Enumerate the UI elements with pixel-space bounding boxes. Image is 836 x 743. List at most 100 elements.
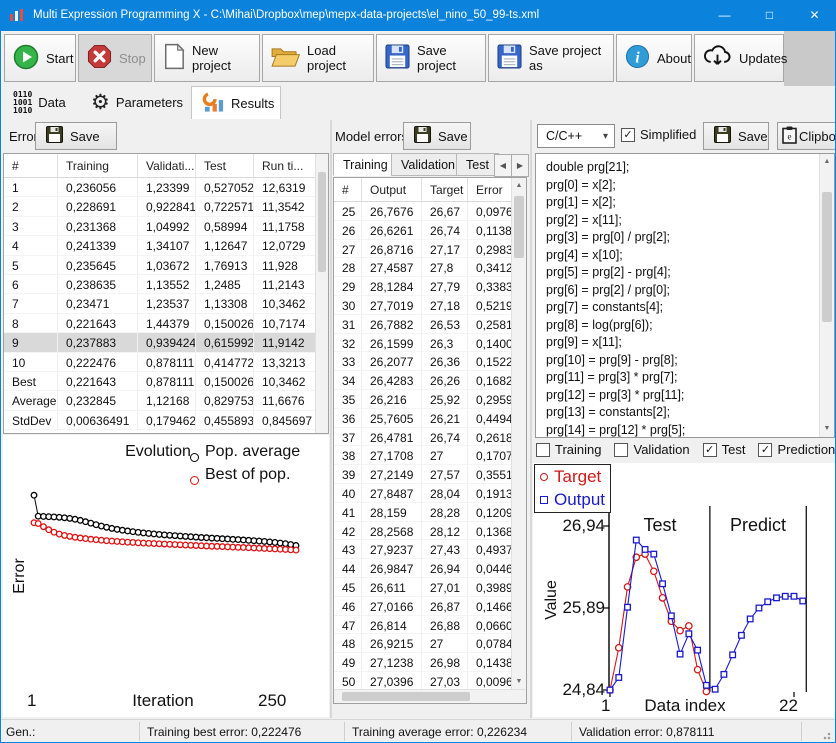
maximize-button[interactable]: □ [747,1,792,29]
save-project-as-button[interactable]: Save project as [488,34,614,82]
new-project-button[interactable]: New project [154,34,260,82]
updates-button[interactable]: Updates [694,34,784,82]
model-tab-test[interactable]: Test [456,153,499,176]
column-header[interactable]: Validati... [138,154,196,177]
language-select[interactable]: C/C++ ▾ [537,124,615,148]
table-row[interactable]: 4726,81426,880,066008 [334,616,526,635]
panel-splitter[interactable] [530,120,532,718]
table-row[interactable]: 4927,123826,980,143835 [334,653,526,672]
table-row[interactable]: 3126,788226,530,258182 [334,315,526,334]
table-row[interactable]: Best0,2216430,8781110,15002610,3462 [4,372,328,391]
column-header[interactable]: Target [422,178,468,201]
generated-code-area[interactable]: double prg[21];prg[0] = x[2];prg[1] = x[… [535,153,835,438]
model-tab-training[interactable]: Training [333,153,398,176]
tab-scroll-right-icon[interactable]: ▶ [511,154,529,177]
scrollbar-thumb[interactable] [822,192,832,322]
table-row[interactable]: 3326,207726,360,152287 [334,352,526,371]
table-row[interactable]: Average0,2328451,121680,82975311,6676 [4,391,328,410]
tab-results[interactable]: Results [191,86,281,119]
table-cell: 27,8 [422,258,468,277]
column-header[interactable]: Test [196,154,254,177]
table-row[interactable]: 50,2356451,036721,7691311,928 [4,256,328,275]
table-row[interactable]: 70,234711,235371,1330810,3462 [4,294,328,313]
scroll-down-icon[interactable]: ▼ [512,675,526,689]
tab-scroll-left-icon[interactable]: ◀ [494,154,512,177]
code-save-button[interactable]: Save [703,122,769,150]
table-row[interactable]: 4128,15928,280,120951 [334,503,526,522]
panel-splitter[interactable] [330,120,332,718]
table-row[interactable]: 4526,61127,010,398998 [334,578,526,597]
scrollbar-thumb[interactable] [318,172,326,272]
table-row[interactable]: 10,2360561,233990,52705212,6319 [4,178,328,197]
model-errors-vscrollbar[interactable]: ▲ ▼ [511,178,526,690]
minimize-button[interactable]: — [702,1,747,29]
table-row[interactable]: 80,2216431,443790,15002610,7174 [4,314,328,333]
clipboard-button[interactable]: e Clipboard [777,122,836,150]
column-header[interactable]: Output [362,178,422,201]
table-row[interactable]: 3526,21625,920,295984 [334,390,526,409]
app-icon [9,8,25,22]
table-row[interactable]: 40,2413391,341071,1264712,0729 [4,236,328,255]
table-row[interactable]: 5027,039627,030,009634 [334,672,526,691]
start-button[interactable]: Start [4,34,76,82]
runs-table-scrollbar[interactable] [315,154,328,433]
column-header[interactable]: Run ti... [254,154,318,177]
table-row[interactable]: 2526,767626,670,097612 [334,202,526,221]
table-row[interactable]: 100,2224760,8781110,41477213,3213 [4,353,328,372]
scroll-up-icon[interactable]: ▲ [512,179,526,193]
scroll-down-icon[interactable]: ▼ [820,422,834,436]
close-button[interactable]: ✕ [792,1,836,29]
code-vscrollbar[interactable]: ▲ ▼ [819,154,834,437]
table-row[interactable]: 4627,016626,870,146609 [334,597,526,616]
table-row[interactable]: 3426,428326,260,168276 [334,371,526,390]
table-row[interactable]: 3226,159926,30,140062 [334,334,526,353]
save-project-button[interactable]: Save project [376,34,486,82]
table-row[interactable]: 2626,626126,740,113891 [334,221,526,240]
model-tab-validation[interactable]: Validation [391,153,465,176]
table-row[interactable]: 2726,871627,170,298384 [334,240,526,259]
scrollbar-thumb[interactable] [514,196,524,258]
resize-grip[interactable] [823,730,833,740]
table-cell: 26 [334,221,362,240]
plot-checkbox-validation[interactable]: Validation [614,442,689,457]
table-row[interactable]: StdDev0,006364910,1794620,4558930,845697 [4,411,328,430]
table-row[interactable]: 4327,923727,430,493738 [334,540,526,559]
column-header[interactable]: Error [468,178,514,201]
load-project-button[interactable]: Load project [262,34,374,82]
table-row[interactable]: 4826,9215270,078470 [334,634,526,653]
scrollbar-thumb[interactable] [342,692,470,701]
table-row[interactable]: 4426,984726,940,044650 [334,559,526,578]
table-row[interactable]: 90,2378830,9394240,61599211,9142 [4,333,328,352]
code-line: prg[1] = x[2]; [546,194,818,212]
table-row[interactable]: 3726,478126,740,261882 [334,428,526,447]
table-row[interactable]: 60,2386351,135521,248511,2143 [4,275,328,294]
table-row[interactable]: 3927,214927,570,355103 [334,465,526,484]
model-errors-hscrollbar[interactable] [334,689,527,703]
table-row[interactable]: 30,2313681,049920,5899411,1758 [4,217,328,236]
column-header[interactable]: # [334,178,362,201]
table-row[interactable]: 3027,701927,180,521945 [334,296,526,315]
model-errors-save-button[interactable]: Save [403,122,471,150]
table-cell: 26,9847 [362,559,422,578]
table-cell: 27,79 [422,277,468,296]
tab-parameters[interactable]: ⚙ Parameters [81,86,191,119]
table-row[interactable]: 20,2286910,9228410,72257111,3542 [4,197,328,216]
simplified-checkbox[interactable]: ✓ Simplified [621,127,696,142]
table-cell: 27,1238 [362,653,422,672]
table-row[interactable]: 2928,128427,790,338365 [334,277,526,296]
plot-checkbox-test[interactable]: ✓Test [703,442,746,457]
table-row[interactable]: 4027,848728,040,191323 [334,484,526,503]
tab-data[interactable]: 011010011010 Data [3,86,79,119]
status-separator [801,722,802,741]
table-row[interactable]: 4228,256828,120,136832 [334,522,526,541]
error-save-button[interactable]: Save [35,122,117,150]
scroll-up-icon[interactable]: ▲ [820,155,834,169]
table-row[interactable]: 3827,1708270,170794 [334,446,526,465]
plot-checkbox-training[interactable]: Training [536,442,601,457]
about-button[interactable]: i About [616,34,692,82]
table-row[interactable]: 2827,458727,80,341298 [334,258,526,277]
plot-checkbox-predictions[interactable]: ✓Predictions [758,442,836,457]
table-row[interactable]: 3625,760526,210,449498 [334,409,526,428]
column-header[interactable]: # [4,154,58,177]
column-header[interactable]: Training [58,154,138,177]
